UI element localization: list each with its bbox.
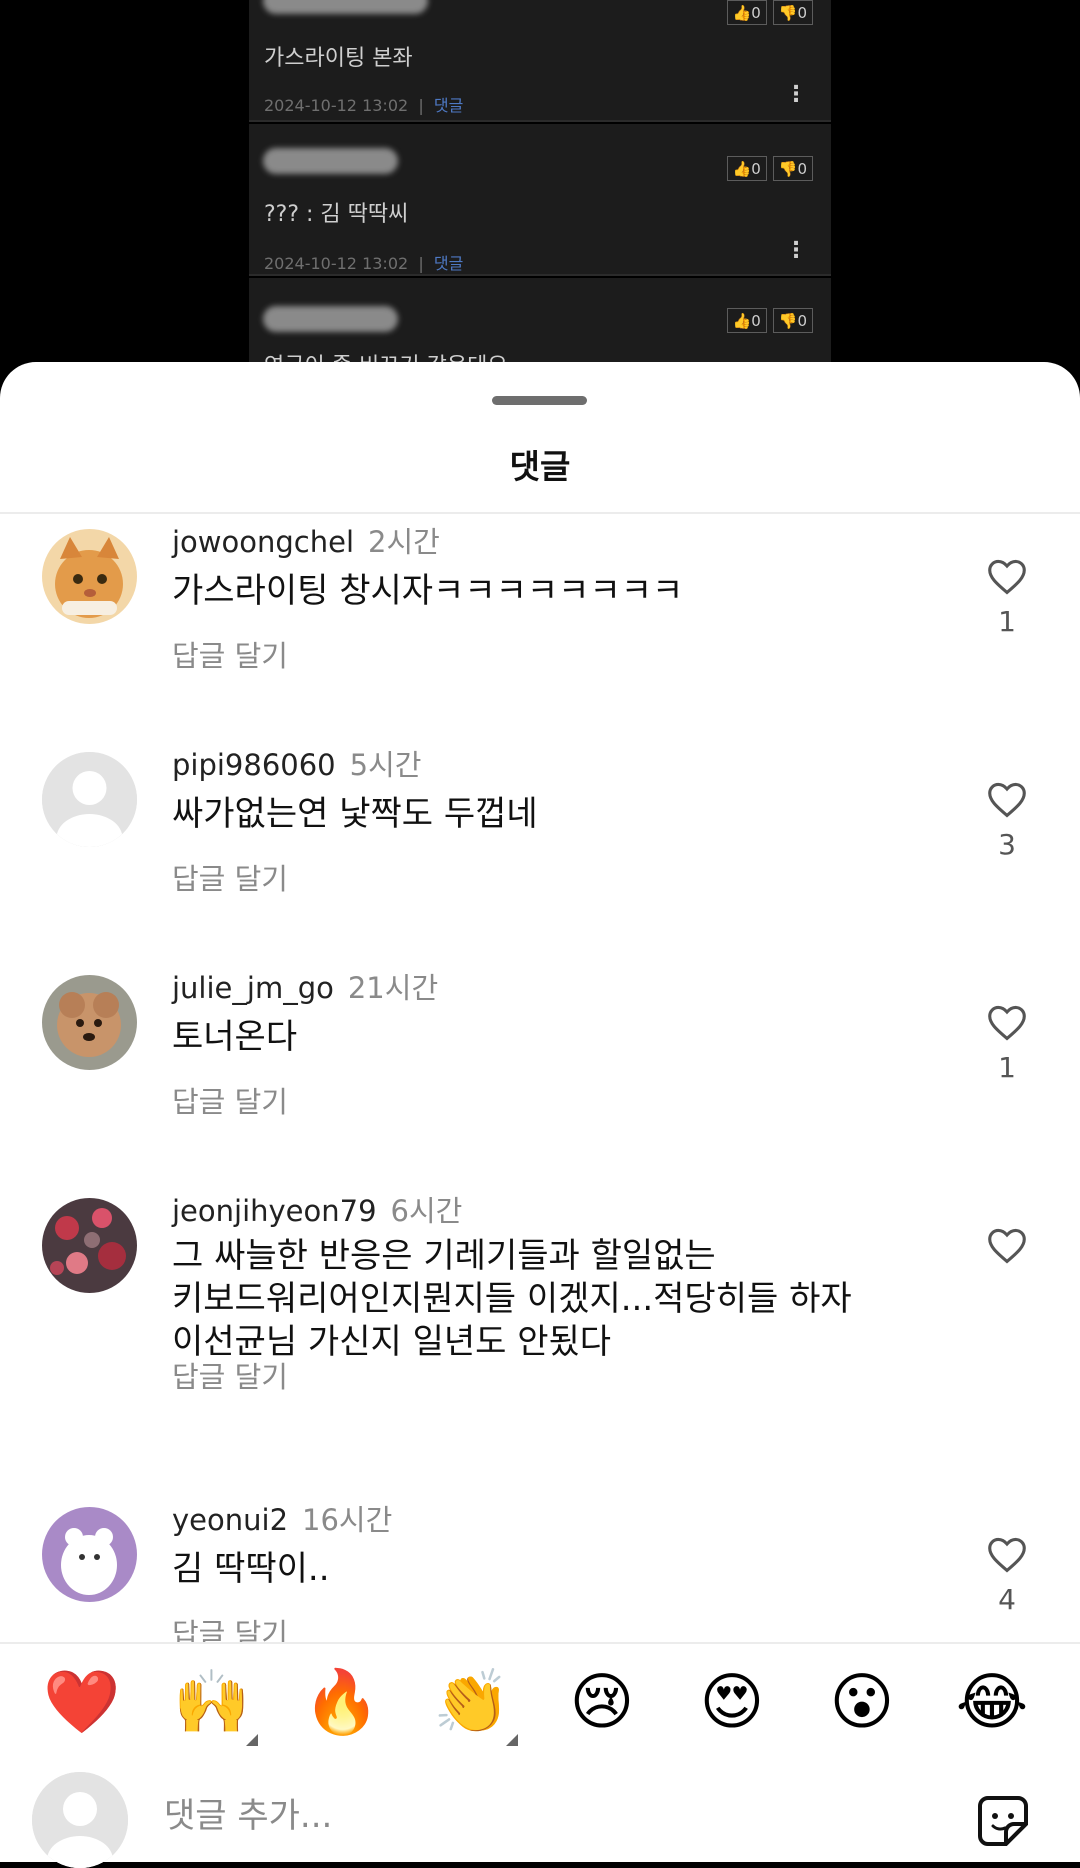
sheet-title: 댓글 (509, 447, 571, 486)
username[interactable]: yeonui2 (172, 1503, 288, 1537)
post-text: 가스라이팅 본좌 (264, 46, 413, 71)
avatar[interactable] (42, 752, 137, 847)
avatar[interactable] (42, 1507, 137, 1602)
surprised-emoji[interactable]: 😮 (822, 1662, 902, 1742)
post-meta: 2024-10-12 13:02 | 댓글 (264, 96, 464, 115)
skin-tone-indicator-icon (506, 1734, 518, 1746)
like-button[interactable]: 1 (982, 557, 1032, 638)
redacted-username (263, 0, 428, 14)
timestamp: 2시간 (368, 525, 440, 559)
comment-header: julie_jm_go 21시간 (172, 965, 438, 1007)
avatar[interactable] (42, 529, 137, 624)
thumbs-down-button[interactable]: 👎0 (772, 156, 813, 181)
comment-item: jeonjihyeon79 6시간 그 싸늘한 반응은 기레기들과 할일없는 키보… (0, 1186, 1080, 1486)
background-page: 👍0 👎0 가스라이팅 본좌 2024-10-12 13:02 | 댓글 ⋮ 👍… (0, 0, 1080, 388)
username[interactable]: jowoongchel (172, 525, 354, 559)
clapping-emoji[interactable]: 👏 (432, 1662, 518, 1746)
comment-text: 그 싸늘한 반응은 기레기들과 할일없는 키보드워리어인지뭔지들 이겠지...적… (172, 1236, 852, 1362)
username[interactable]: jeonjihyeon79 (172, 1194, 377, 1228)
like-button[interactable]: 3 (982, 780, 1032, 861)
divider (0, 1642, 1080, 1644)
avatar[interactable] (42, 975, 137, 1070)
like-count: 1 (998, 605, 1016, 638)
timestamp: 16시간 (302, 1503, 393, 1537)
reply-button[interactable]: 답글 달기 (172, 1611, 288, 1642)
comment-text: 토너온다 (172, 1017, 298, 1057)
timestamp: 5시간 (349, 748, 422, 782)
comment-text: 김 딱딱이.. (172, 1549, 330, 1589)
comment-text: 싸가없는연 낯짝도 두껍네 (172, 794, 538, 834)
comment-header: yeonui2 16시간 (172, 1497, 392, 1539)
comment-text: 가스라이팅 창시자ㅋㅋㅋㅋㅋㅋㅋㅋ (172, 571, 684, 611)
username[interactable]: julie_jm_go (172, 971, 334, 1005)
more-icon[interactable]: ⋮ (785, 82, 807, 107)
thumbs-up-button[interactable]: 👍0 (726, 156, 767, 181)
background-post: 👍0 👎0 ??? : 김 딱딱씨 2024-10-12 13:02 | 댓글 … (249, 124, 831, 276)
thumbs-up-button[interactable]: 👍0 (726, 308, 767, 333)
post-text: ??? : 김 딱딱씨 (264, 202, 409, 227)
timestamp: 21시간 (347, 971, 439, 1005)
comment-item: julie_jm_go 21시간 토너온다 답글 달기 1 (0, 963, 1080, 1183)
redacted-username (263, 148, 398, 174)
avatar (32, 1772, 128, 1868)
comment-list[interactable]: jowoongchel 2시간 가스라이팅 창시자ㅋㅋㅋㅋㅋㅋㅋㅋ 답글 달기 1… (0, 517, 1080, 1642)
drag-handle[interactable] (492, 396, 587, 405)
comment-header: jowoongchel 2시간 (172, 519, 440, 561)
thumbs-down-button[interactable]: 👎0 (772, 0, 813, 25)
thumbs-down-button[interactable]: 👎0 (772, 308, 813, 333)
reply-button[interactable]: 답글 달기 (172, 1354, 288, 1396)
comment-input[interactable] (164, 1788, 864, 1844)
post-meta: 2024-10-12 13:02 | 댓글 (264, 254, 464, 273)
heart-eyes-emoji[interactable]: 😍 (692, 1662, 772, 1742)
comments-sheet: 댓글 jowoongchel 2시간 가스라이팅 창시자ㅋㅋㅋㅋㅋㅋㅋㅋ 답글 달… (0, 362, 1080, 1868)
comment-header: jeonjihyeon79 6시간 (172, 1188, 462, 1230)
sticker-button[interactable] (972, 1790, 1034, 1852)
redacted-username (263, 306, 398, 332)
username[interactable]: pipi986060 (172, 748, 336, 782)
heart-icon (988, 1228, 1026, 1264)
emoji-reaction-bar: ❤️ 🙌 🔥 👏 😢 😍 😮 😂 (0, 1662, 1080, 1752)
tears-of-joy-emoji[interactable]: 😂 (952, 1662, 1032, 1742)
heart-icon (988, 1537, 1026, 1573)
heart-icon (988, 559, 1026, 595)
like-count: 1 (998, 1051, 1016, 1084)
divider (0, 512, 1080, 514)
comment-item: jowoongchel 2시간 가스라이팅 창시자ㅋㅋㅋㅋㅋㅋㅋㅋ 답글 달기 1 (0, 517, 1080, 737)
raising-hands-emoji[interactable]: 🙌 (172, 1662, 258, 1746)
heart-icon (988, 1005, 1026, 1041)
avatar[interactable] (42, 1198, 137, 1293)
heart-icon (988, 782, 1026, 818)
reply-button[interactable]: 답글 달기 (172, 1079, 288, 1121)
comment-composer (0, 1772, 1080, 1868)
comment-item: yeonui2 16시간 김 딱딱이.. 답글 달기 4 (0, 1495, 1080, 1642)
fire-emoji[interactable]: 🔥 (302, 1662, 382, 1742)
background-post: 👍0 👎0 가스라이팅 본좌 2024-10-12 13:02 | 댓글 ⋮ (249, 0, 831, 122)
like-button[interactable]: 4 (982, 1535, 1032, 1616)
thumbs-up-button[interactable]: 👍0 (726, 0, 767, 25)
comment-header: pipi986060 5시간 (172, 742, 421, 784)
more-icon[interactable]: ⋮ (785, 238, 807, 263)
like-button[interactable]: 1 (982, 1003, 1032, 1084)
like-count: 4 (998, 1583, 1016, 1616)
sticker-icon (978, 1796, 1028, 1846)
comment-item: pipi986060 5시간 싸가없는연 낯짝도 두껍네 답글 달기 3 (0, 740, 1080, 960)
crying-emoji[interactable]: 😢 (562, 1662, 642, 1742)
skin-tone-indicator-icon (246, 1734, 258, 1746)
like-button[interactable] (982, 1226, 1032, 1274)
reply-button[interactable]: 답글 달기 (172, 633, 288, 675)
heart-emoji[interactable]: ❤️ (42, 1662, 122, 1742)
timestamp: 6시간 (390, 1194, 463, 1228)
like-count: 3 (998, 828, 1016, 861)
reply-button[interactable]: 답글 달기 (172, 856, 288, 898)
